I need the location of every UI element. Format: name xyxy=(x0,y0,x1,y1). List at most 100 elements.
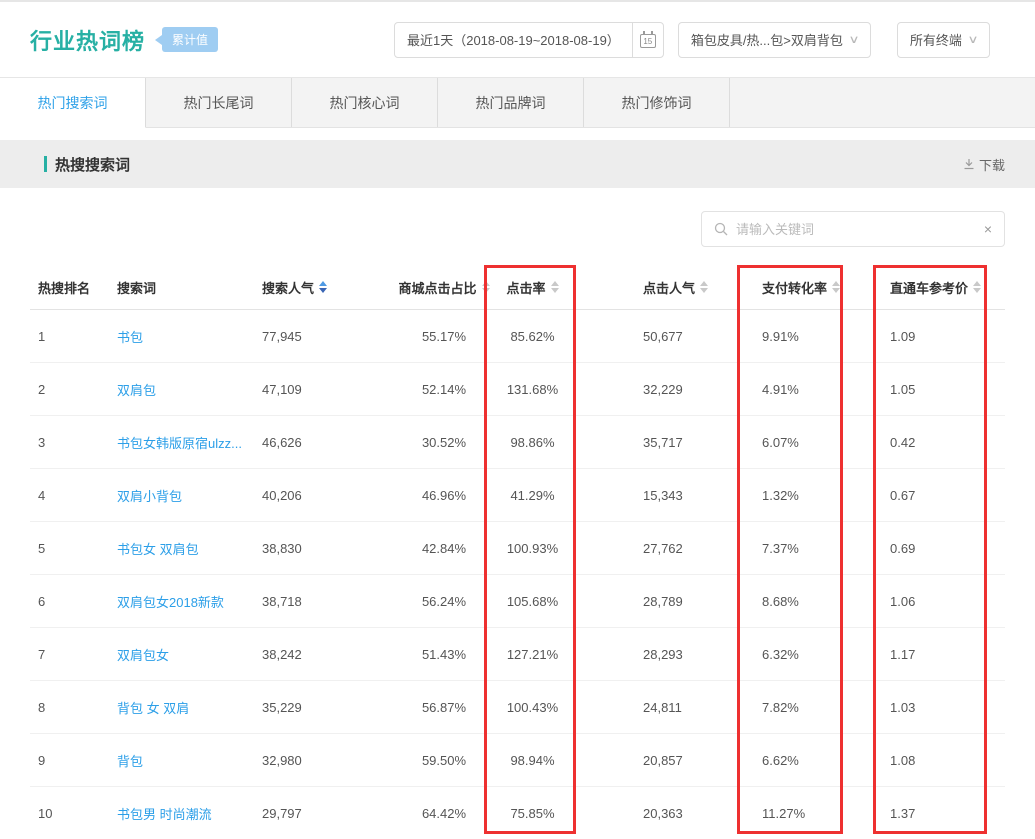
cell-rank: 2 xyxy=(30,363,112,415)
cell-pay-conversion-rate: 7.37% xyxy=(745,522,850,574)
column-label: 热搜排名 xyxy=(38,278,90,297)
cell-mall-click-ratio: 30.52% xyxy=(372,416,490,468)
column-header-search-popularity[interactable]: 搜索人气 xyxy=(254,265,372,309)
topbar: 行业热词榜 累计值 最近1天（2018-08-19~2018-08-19） 15… xyxy=(0,2,1035,77)
cell-keyword: 书包 xyxy=(112,310,254,362)
cell-pay-conversion-rate: 6.07% xyxy=(745,416,850,468)
section-gap xyxy=(0,128,1035,140)
category-dropdown[interactable]: 箱包皮具/热...包>双肩背包 ∨ xyxy=(678,22,871,58)
cell-click-rate: 98.94% xyxy=(490,734,575,786)
cell-click-rate: 85.62% xyxy=(490,310,575,362)
cell-mall-click-ratio: 46.96% xyxy=(372,469,490,521)
tab-hot-modifier-words[interactable]: 热门修饰词 xyxy=(584,78,730,127)
sort-arrows-icon[interactable] xyxy=(973,281,981,293)
table-row: 2双肩包47,10952.14%131.68%32,2294.91%1.05 xyxy=(30,363,1005,416)
terminal-dropdown[interactable]: 所有终端 ∨ xyxy=(897,22,990,58)
keyword-link[interactable]: 双肩包女2018新款 xyxy=(117,592,224,611)
column-header-mall-click-ratio[interactable]: 商城点击占比 xyxy=(372,265,490,309)
cell-ztc-reference-price: 1.17 xyxy=(850,628,1005,680)
download-label: 下载 xyxy=(979,155,1005,174)
column-header-ztc-reference-price[interactable]: 直通车参考价 xyxy=(850,265,1005,309)
cell-rank: 7 xyxy=(30,628,112,680)
sort-arrows-icon[interactable] xyxy=(482,281,490,293)
keyword-link[interactable]: 书包男 时尚潮流 xyxy=(117,804,212,823)
sort-arrows-icon[interactable] xyxy=(551,281,559,293)
download-icon xyxy=(963,158,975,170)
badge-arrow-icon xyxy=(155,35,162,45)
column-header-pay-conversion-rate[interactable]: 支付转化率 xyxy=(745,265,850,309)
calendar-icon[interactable]: 15 xyxy=(633,31,663,48)
tab-hot-longtail-words[interactable]: 热门长尾词 xyxy=(146,78,292,127)
cell-pay-conversion-rate: 9.91% xyxy=(745,310,850,362)
cell-rank: 10 xyxy=(30,787,112,839)
sort-arrows-icon[interactable] xyxy=(832,281,840,293)
cell-ztc-reference-price: 1.05 xyxy=(850,363,1005,415)
keyword-link[interactable]: 书包 xyxy=(117,327,143,346)
cell-search-popularity: 77,945 xyxy=(254,310,372,362)
cell-click-popularity: 15,343 xyxy=(575,469,745,521)
cell-rank: 5 xyxy=(30,522,112,574)
cell-keyword: 书包男 时尚潮流 xyxy=(112,787,254,839)
tab-hot-core-words[interactable]: 热门核心词 xyxy=(292,78,438,127)
clear-search-icon[interactable]: × xyxy=(984,222,992,236)
cell-click-rate: 100.93% xyxy=(490,522,575,574)
column-label: 搜索词 xyxy=(117,278,156,297)
keyword-link[interactable]: 双肩包 xyxy=(117,380,156,399)
badge-label: 累计值 xyxy=(162,27,218,52)
cell-pay-conversion-rate: 6.32% xyxy=(745,628,850,680)
cell-ztc-reference-price: 0.69 xyxy=(850,522,1005,574)
column-label: 搜索人气 xyxy=(262,278,314,297)
keyword-link[interactable]: 背包 xyxy=(117,751,143,770)
cell-keyword: 背包 xyxy=(112,734,254,786)
cell-ztc-reference-price: 1.03 xyxy=(850,681,1005,733)
cell-rank: 3 xyxy=(30,416,112,468)
keyword-search-input[interactable] xyxy=(736,222,984,237)
column-label: 直通车参考价 xyxy=(890,278,968,297)
cell-search-popularity: 46,626 xyxy=(254,416,372,468)
cell-rank: 6 xyxy=(30,575,112,627)
sort-arrows-icon[interactable] xyxy=(700,281,708,293)
keyword-link[interactable]: 双肩包女 xyxy=(117,645,169,664)
keyword-link[interactable]: 书包女韩版原宿ulzz... xyxy=(117,433,242,452)
cell-pay-conversion-rate: 11.27% xyxy=(745,787,850,839)
download-button[interactable]: 下载 xyxy=(963,155,1005,174)
cell-keyword: 双肩包 xyxy=(112,363,254,415)
tab-hot-search-words[interactable]: 热门搜索词 xyxy=(0,78,146,128)
table-row: 9背包32,98059.50%98.94%20,8576.62%1.08 xyxy=(30,734,1005,787)
cell-mall-click-ratio: 52.14% xyxy=(372,363,490,415)
accent-bar xyxy=(44,156,47,172)
cell-search-popularity: 38,830 xyxy=(254,522,372,574)
cell-mall-click-ratio: 55.17% xyxy=(372,310,490,362)
chevron-down-icon: ∨ xyxy=(848,33,859,46)
table-row: 6双肩包女2018新款38,71856.24%105.68%28,7898.68… xyxy=(30,575,1005,628)
cell-mall-click-ratio: 59.50% xyxy=(372,734,490,786)
cell-click-rate: 131.68% xyxy=(490,363,575,415)
cell-keyword: 双肩包女 xyxy=(112,628,254,680)
keyword-searchbox[interactable]: × xyxy=(701,211,1005,247)
cell-click-rate: 100.43% xyxy=(490,681,575,733)
cell-keyword: 书包女 双肩包 xyxy=(112,522,254,574)
industry-hot-words-page: 行业热词榜 累计值 最近1天（2018-08-19~2018-08-19） 15… xyxy=(0,0,1035,839)
cumulative-value-badge: 累计值 xyxy=(155,27,218,52)
cell-ztc-reference-price: 1.06 xyxy=(850,575,1005,627)
column-label: 点击人气 xyxy=(643,278,695,297)
cell-mall-click-ratio: 42.84% xyxy=(372,522,490,574)
cell-pay-conversion-rate: 7.82% xyxy=(745,681,850,733)
sort-arrows-icon[interactable] xyxy=(319,281,327,293)
cell-pay-conversion-rate: 4.91% xyxy=(745,363,850,415)
keyword-link[interactable]: 双肩小背包 xyxy=(117,486,182,505)
page-title: 行业热词榜 xyxy=(30,24,145,56)
column-header-click-rate[interactable]: 点击率 xyxy=(490,265,575,309)
date-range-picker[interactable]: 最近1天（2018-08-19~2018-08-19） 15 xyxy=(394,22,664,58)
column-header-click-popularity[interactable]: 点击人气 xyxy=(575,265,745,309)
cell-mall-click-ratio: 51.43% xyxy=(372,628,490,680)
cell-search-popularity: 47,109 xyxy=(254,363,372,415)
cell-search-popularity: 35,229 xyxy=(254,681,372,733)
tab-hot-brand-words[interactable]: 热门品牌词 xyxy=(438,78,584,127)
keyword-link[interactable]: 书包女 双肩包 xyxy=(117,539,199,558)
table-row: 3书包女韩版原宿ulzz...46,62630.52%98.86%35,7176… xyxy=(30,416,1005,469)
cell-mall-click-ratio: 64.42% xyxy=(372,787,490,839)
cell-keyword: 双肩小背包 xyxy=(112,469,254,521)
column-label: 点击率 xyxy=(506,278,545,297)
keyword-link[interactable]: 背包 女 双肩 xyxy=(117,698,189,717)
